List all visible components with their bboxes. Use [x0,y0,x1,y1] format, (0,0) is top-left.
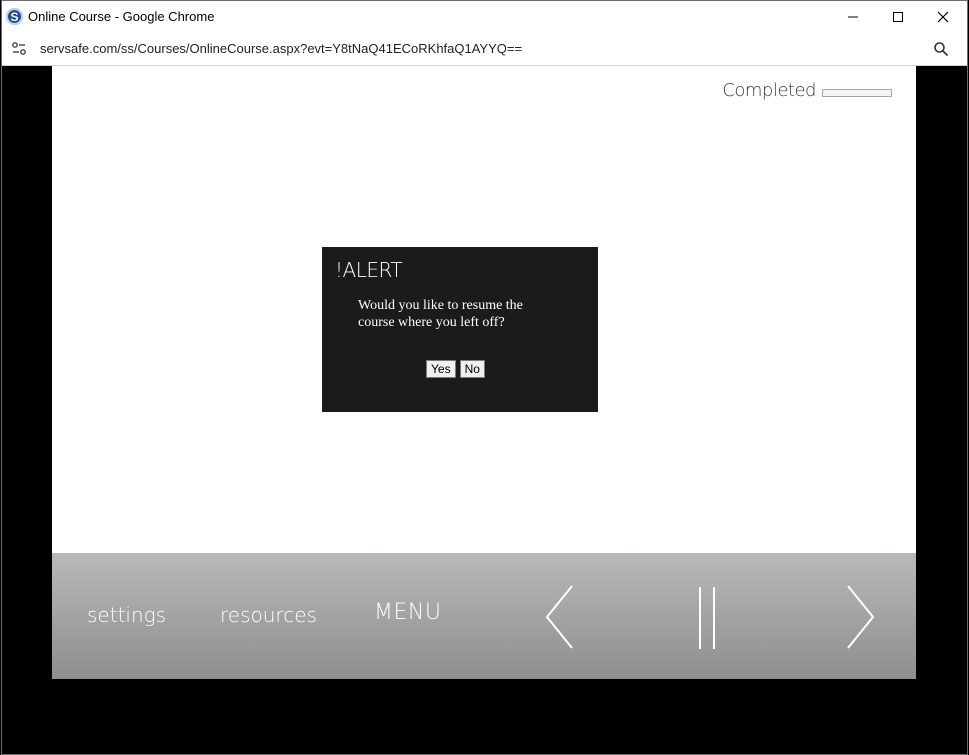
resources-link[interactable]: resources [220,603,317,627]
address-bar: servsafe.com/ss/Courses/OnlineCourse.asp… [2,33,967,66]
menu-link[interactable]: MENU [374,600,441,625]
browser-window: S Online Course - Google Chrome servsafe… [1,0,968,755]
site-info-icon[interactable] [11,41,27,57]
servsafe-app-icon: S [6,8,23,25]
pause-icon[interactable] [695,586,719,650]
minimize-button[interactable] [830,1,876,33]
alert-title: !ALERT [335,258,403,282]
url-field[interactable]: servsafe.com/ss/Courses/OnlineCourse.asp… [40,41,522,56]
course-stage: Completed !ALERT Would you like to resum… [52,66,916,553]
title-bar: S Online Course - Google Chrome [2,1,967,33]
course-navbar: settings resources MENU [52,553,916,679]
close-button[interactable] [920,1,966,33]
next-arrow-icon[interactable] [844,584,876,650]
yes-button[interactable]: Yes [426,360,456,378]
maximize-button[interactable] [875,1,921,33]
maximize-icon [893,12,903,22]
alert-buttons: Yes No [426,360,485,378]
progress-bar [822,88,892,97]
completion-indicator: Completed [722,80,892,101]
minimize-icon [848,16,858,18]
close-icon [937,11,949,23]
no-button[interactable]: No [459,360,485,378]
completed-label: Completed [722,80,816,101]
settings-link[interactable]: settings [87,603,166,627]
alert-dialog: !ALERT Would you like to resume the cour… [322,247,598,412]
window-title: Online Course - Google Chrome [28,9,215,24]
back-arrow-icon[interactable] [544,584,576,650]
alert-message: Would you like to resume the course wher… [358,298,523,330]
zoom-icon[interactable] [933,41,949,57]
